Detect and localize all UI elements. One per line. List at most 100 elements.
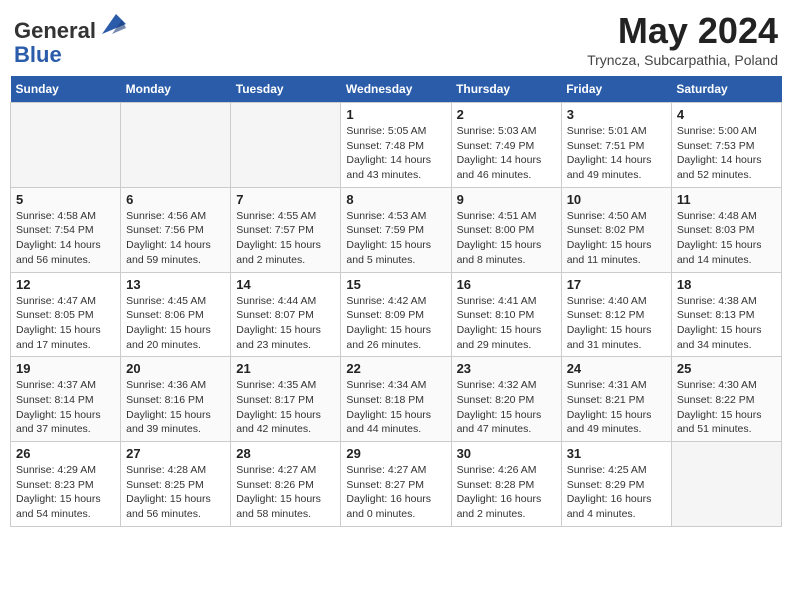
day-header-sunday: Sunday bbox=[11, 76, 121, 103]
day-number: 27 bbox=[126, 446, 225, 461]
day-info: Sunrise: 4:26 AMSunset: 8:28 PMDaylight:… bbox=[457, 463, 556, 522]
day-number: 21 bbox=[236, 361, 335, 376]
day-number: 20 bbox=[126, 361, 225, 376]
day-info: Sunrise: 5:03 AMSunset: 7:49 PMDaylight:… bbox=[457, 124, 556, 183]
day-number: 24 bbox=[567, 361, 666, 376]
day-info: Sunrise: 4:29 AMSunset: 8:23 PMDaylight:… bbox=[16, 463, 115, 522]
day-number: 23 bbox=[457, 361, 556, 376]
week-row-2: 5 Sunrise: 4:58 AMSunset: 7:54 PMDaylight… bbox=[11, 187, 782, 272]
day-number: 9 bbox=[457, 192, 556, 207]
day-number: 28 bbox=[236, 446, 335, 461]
calendar-cell: 10Sunrise: 4:50 AMSunset: 8:02 PMDayligh… bbox=[561, 187, 671, 272]
day-header-tuesday: Tuesday bbox=[231, 76, 341, 103]
day-number: 18 bbox=[677, 277, 776, 292]
day-info: Sunrise: 4:45 AMSunset: 8:06 PMDaylight:… bbox=[126, 294, 225, 353]
week-row-1: 1Sunrise: 5:05 AMSunset: 7:48 PMDaylight… bbox=[11, 103, 782, 188]
day-info: Sunrise: 4:44 AMSunset: 8:07 PMDaylight:… bbox=[236, 294, 335, 353]
day-info: Sunrise: 4:58 AMSunset: 7:54 PMDaylight:… bbox=[16, 209, 115, 268]
day-number: 25 bbox=[677, 361, 776, 376]
day-info: Sunrise: 4:51 AMSunset: 8:00 PMDaylight:… bbox=[457, 209, 556, 268]
day-info: Sunrise: 4:36 AMSunset: 8:16 PMDaylight:… bbox=[126, 378, 225, 437]
calendar-cell: 20 Sunrise: 4:36 AMSunset: 8:16 PMDayligh… bbox=[121, 357, 231, 442]
day-info: Sunrise: 5:00 AMSunset: 7:53 PMDaylight:… bbox=[677, 124, 776, 183]
calendar-cell: 4 Sunrise: 5:00 AMSunset: 7:53 PMDaylight… bbox=[671, 103, 781, 188]
day-number: 15 bbox=[346, 277, 445, 292]
calendar-cell: 27 Sunrise: 4:28 AMSunset: 8:25 PMDayligh… bbox=[121, 442, 231, 527]
day-info: Sunrise: 4:41 AMSunset: 8:10 PMDaylight:… bbox=[457, 294, 556, 353]
calendar-cell: 8Sunrise: 4:53 AMSunset: 7:59 PMDaylight… bbox=[341, 187, 451, 272]
calendar-cell: 26 Sunrise: 4:29 AMSunset: 8:23 PMDayligh… bbox=[11, 442, 121, 527]
day-number: 6 bbox=[126, 192, 225, 207]
day-info: Sunrise: 4:55 AMSunset: 7:57 PMDaylight:… bbox=[236, 209, 335, 268]
day-info: Sunrise: 4:40 AMSunset: 8:12 PMDaylight:… bbox=[567, 294, 666, 353]
day-header-saturday: Saturday bbox=[671, 76, 781, 103]
calendar-cell: 6 Sunrise: 4:56 AMSunset: 7:56 PMDaylight… bbox=[121, 187, 231, 272]
calendar-cell: 15 Sunrise: 4:42 AMSunset: 8:09 PMDayligh… bbox=[341, 272, 451, 357]
day-header-monday: Monday bbox=[121, 76, 231, 103]
calendar-cell: 30 Sunrise: 4:26 AMSunset: 8:28 PMDayligh… bbox=[451, 442, 561, 527]
day-number: 19 bbox=[16, 361, 115, 376]
calendar-cell bbox=[231, 103, 341, 188]
day-number: 5 bbox=[16, 192, 115, 207]
calendar-cell: 13Sunrise: 4:45 AMSunset: 8:06 PMDayligh… bbox=[121, 272, 231, 357]
month-title: May 2024 bbox=[587, 10, 778, 52]
calendar-cell: 29 Sunrise: 4:27 AMSunset: 8:27 PMDayligh… bbox=[341, 442, 451, 527]
calendar-cell: 16Sunrise: 4:41 AMSunset: 8:10 PMDayligh… bbox=[451, 272, 561, 357]
day-number: 17 bbox=[567, 277, 666, 292]
day-header-thursday: Thursday bbox=[451, 76, 561, 103]
calendar-cell: 21 Sunrise: 4:35 AMSunset: 8:17 PMDayligh… bbox=[231, 357, 341, 442]
day-info: Sunrise: 4:27 AMSunset: 8:27 PMDaylight:… bbox=[346, 463, 445, 522]
day-number: 30 bbox=[457, 446, 556, 461]
day-info: Sunrise: 4:25 AMSunset: 8:29 PMDaylight:… bbox=[567, 463, 666, 522]
calendar-cell: 2 Sunrise: 5:03 AMSunset: 7:49 PMDaylight… bbox=[451, 103, 561, 188]
week-row-4: 19 Sunrise: 4:37 AMSunset: 8:14 PMDayligh… bbox=[11, 357, 782, 442]
week-row-5: 26 Sunrise: 4:29 AMSunset: 8:23 PMDayligh… bbox=[11, 442, 782, 527]
day-number: 29 bbox=[346, 446, 445, 461]
day-number: 14 bbox=[236, 277, 335, 292]
day-number: 26 bbox=[16, 446, 115, 461]
day-info: Sunrise: 4:27 AMSunset: 8:26 PMDaylight:… bbox=[236, 463, 335, 522]
calendar-cell: 24 Sunrise: 4:31 AMSunset: 8:21 PMDayligh… bbox=[561, 357, 671, 442]
day-info: Sunrise: 4:32 AMSunset: 8:20 PMDaylight:… bbox=[457, 378, 556, 437]
page-header: General Blue May 2024 Tryncza, Subcarpat… bbox=[10, 10, 782, 68]
day-info: Sunrise: 4:48 AMSunset: 8:03 PMDaylight:… bbox=[677, 209, 776, 268]
calendar-cell: 9 Sunrise: 4:51 AMSunset: 8:00 PMDaylight… bbox=[451, 187, 561, 272]
day-number: 7 bbox=[236, 192, 335, 207]
day-info: Sunrise: 4:28 AMSunset: 8:25 PMDaylight:… bbox=[126, 463, 225, 522]
week-row-3: 12 Sunrise: 4:47 AMSunset: 8:05 PMDayligh… bbox=[11, 272, 782, 357]
day-info: Sunrise: 4:47 AMSunset: 8:05 PMDaylight:… bbox=[16, 294, 115, 353]
day-info: Sunrise: 5:05 AMSunset: 7:48 PMDaylight:… bbox=[346, 124, 445, 183]
day-number: 2 bbox=[457, 107, 556, 122]
calendar-cell bbox=[121, 103, 231, 188]
day-number: 8 bbox=[346, 192, 445, 207]
calendar-cell: 14 Sunrise: 4:44 AMSunset: 8:07 PMDayligh… bbox=[231, 272, 341, 357]
calendar-cell: 7 Sunrise: 4:55 AMSunset: 7:57 PMDaylight… bbox=[231, 187, 341, 272]
day-number: 11 bbox=[677, 192, 776, 207]
day-info: Sunrise: 4:56 AMSunset: 7:56 PMDaylight:… bbox=[126, 209, 225, 268]
day-info: Sunrise: 4:35 AMSunset: 8:17 PMDaylight:… bbox=[236, 378, 335, 437]
calendar-cell bbox=[671, 442, 781, 527]
calendar-cell: 17 Sunrise: 4:40 AMSunset: 8:12 PMDayligh… bbox=[561, 272, 671, 357]
day-info: Sunrise: 4:38 AMSunset: 8:13 PMDaylight:… bbox=[677, 294, 776, 353]
day-header-wednesday: Wednesday bbox=[341, 76, 451, 103]
calendar-cell: 3Sunrise: 5:01 AMSunset: 7:51 PMDaylight… bbox=[561, 103, 671, 188]
day-info: Sunrise: 4:50 AMSunset: 8:02 PMDaylight:… bbox=[567, 209, 666, 268]
day-info: Sunrise: 4:37 AMSunset: 8:14 PMDaylight:… bbox=[16, 378, 115, 437]
days-header-row: SundayMondayTuesdayWednesdayThursdayFrid… bbox=[11, 76, 782, 103]
logo: General Blue bbox=[14, 10, 126, 67]
day-number: 4 bbox=[677, 107, 776, 122]
calendar-cell: 18 Sunrise: 4:38 AMSunset: 8:13 PMDayligh… bbox=[671, 272, 781, 357]
calendar-cell: 25 Sunrise: 4:30 AMSunset: 8:22 PMDayligh… bbox=[671, 357, 781, 442]
calendar-cell: 12 Sunrise: 4:47 AMSunset: 8:05 PMDayligh… bbox=[11, 272, 121, 357]
day-info: Sunrise: 4:42 AMSunset: 8:09 PMDaylight:… bbox=[346, 294, 445, 353]
day-number: 12 bbox=[16, 277, 115, 292]
calendar-cell: 31Sunrise: 4:25 AMSunset: 8:29 PMDayligh… bbox=[561, 442, 671, 527]
calendar-cell: 22Sunrise: 4:34 AMSunset: 8:18 PMDayligh… bbox=[341, 357, 451, 442]
calendar-cell: 23 Sunrise: 4:32 AMSunset: 8:20 PMDayligh… bbox=[451, 357, 561, 442]
calendar-cell: 11 Sunrise: 4:48 AMSunset: 8:03 PMDayligh… bbox=[671, 187, 781, 272]
calendar-cell: 28 Sunrise: 4:27 AMSunset: 8:26 PMDayligh… bbox=[231, 442, 341, 527]
day-info: Sunrise: 4:30 AMSunset: 8:22 PMDaylight:… bbox=[677, 378, 776, 437]
day-info: Sunrise: 4:31 AMSunset: 8:21 PMDaylight:… bbox=[567, 378, 666, 437]
logo-blue: Blue bbox=[14, 42, 62, 67]
day-number: 22 bbox=[346, 361, 445, 376]
